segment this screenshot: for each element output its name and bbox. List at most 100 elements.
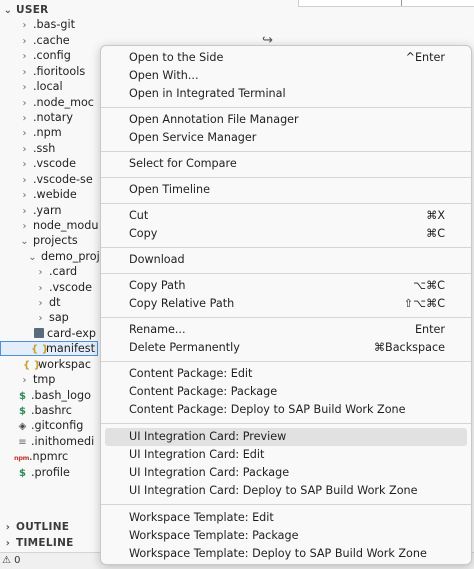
menu-item-shortcut: ⌘X bbox=[426, 209, 445, 222]
strip-divider bbox=[401, 0, 402, 6]
menu-item-shortcut: ⇧⌥⌘C bbox=[403, 297, 445, 310]
menu-separator bbox=[101, 361, 471, 362]
editor-top-strip bbox=[298, 0, 474, 7]
menu-item-label: Workspace Template: Deploy to SAP Build … bbox=[129, 547, 427, 560]
menu-item-label: Workspace Template: Package bbox=[129, 529, 299, 542]
menu-ui-card-preview[interactable]: UI Integration Card: Preview bbox=[105, 428, 467, 446]
menu-copy-path[interactable]: Copy Path ⌥⌘C bbox=[105, 277, 467, 295]
menu-separator bbox=[101, 177, 471, 178]
outline-header[interactable]: › OUTLINE bbox=[0, 519, 69, 535]
menu-separator bbox=[101, 107, 471, 108]
npm-file-icon: npm bbox=[14, 454, 30, 462]
json-file-icon: { } bbox=[31, 344, 49, 355]
menu-open-timeline[interactable]: Open Timeline bbox=[105, 181, 467, 199]
context-menu: Open to the Side ^Enter Open With... Open… bbox=[100, 45, 472, 565]
tree-item-label: .profile bbox=[31, 466, 70, 479]
tree-item-label: .inithomedi bbox=[31, 435, 95, 448]
menu-ui-card-package[interactable]: UI Integration Card: Package bbox=[105, 464, 467, 482]
tree-item-manifest[interactable]: { }manifest bbox=[0, 341, 98, 357]
tree-item-label: .local bbox=[33, 80, 63, 93]
chevron-right-icon: › bbox=[38, 313, 43, 324]
chevron-right-icon: › bbox=[22, 375, 27, 386]
git-file-icon: ◈ bbox=[18, 421, 27, 432]
root-folder-label: USER bbox=[16, 4, 49, 16]
menu-item-label: Content Package: Package bbox=[129, 385, 278, 398]
tree-item-label: .vscode bbox=[33, 157, 76, 170]
tree-item-label: .bash_logo bbox=[31, 389, 91, 402]
tree-item-label: .fioritools bbox=[33, 65, 86, 78]
menu-delete-permanently[interactable]: Delete Permanently ⌘Backspace bbox=[105, 339, 467, 357]
chevron-right-icon: › bbox=[22, 128, 27, 139]
menu-item-shortcut: ^Enter bbox=[405, 51, 445, 64]
menu-item-label: Open to the Side bbox=[129, 51, 224, 64]
menu-download[interactable]: Download bbox=[105, 251, 467, 269]
menu-item-label: Copy Path bbox=[129, 279, 186, 292]
menu-open-service-manager[interactable]: Open Service Manager bbox=[105, 129, 467, 147]
menu-copy-relative-path[interactable]: Copy Relative Path ⇧⌥⌘C bbox=[105, 295, 467, 313]
menu-item-label: Content Package: Edit bbox=[129, 367, 253, 380]
menu-item-shortcut: ⌥⌘C bbox=[413, 279, 445, 292]
menu-item-label: Delete Permanently bbox=[129, 341, 240, 354]
dollar-file-icon: $ bbox=[19, 406, 26, 417]
tree-item-label: .webide bbox=[33, 188, 77, 201]
tree-item-label: node_modu bbox=[33, 219, 99, 232]
chevron-right-icon: › bbox=[38, 283, 43, 294]
menu-open-with[interactable]: Open With... bbox=[105, 67, 467, 85]
chevron-right-icon: › bbox=[22, 190, 27, 201]
menu-workspace-template-edit[interactable]: Workspace Template: Edit bbox=[105, 509, 467, 527]
menu-open-annotation-file-manager[interactable]: Open Annotation File Manager bbox=[105, 111, 467, 129]
tree-item-label: .config bbox=[33, 49, 71, 62]
menu-content-package-edit[interactable]: Content Package: Edit bbox=[105, 365, 467, 383]
chevron-down-icon: ⌄ bbox=[28, 252, 37, 263]
menu-content-package-package[interactable]: Content Package: Package bbox=[105, 383, 467, 401]
menu-select-for-compare[interactable]: Select for Compare bbox=[105, 155, 467, 173]
menu-item-label: Open Service Manager bbox=[129, 131, 257, 144]
tree-item-label: dt bbox=[49, 296, 61, 309]
menu-item-shortcut: Enter bbox=[414, 323, 445, 336]
menu-separator bbox=[101, 504, 471, 505]
chevron-right-icon: › bbox=[22, 98, 27, 109]
tree-item-label: .yarn bbox=[33, 204, 62, 217]
chevron-right-icon: › bbox=[22, 221, 27, 232]
menu-open-to-side[interactable]: Open to the Side ^Enter bbox=[105, 49, 467, 67]
timeline-header[interactable]: › TIMELINE bbox=[0, 535, 74, 551]
menu-open-in-terminal[interactable]: Open in Integrated Terminal bbox=[105, 85, 467, 103]
menu-separator bbox=[101, 151, 471, 152]
card-file-icon bbox=[34, 328, 44, 338]
chevron-right-icon: › bbox=[5, 522, 11, 533]
tree-item-label: projects bbox=[33, 234, 78, 247]
dollar-file-icon: $ bbox=[19, 391, 26, 402]
menu-item-label: Download bbox=[129, 253, 185, 266]
menu-item-label: Select for Compare bbox=[129, 157, 237, 170]
menu-separator bbox=[101, 247, 471, 248]
menu-separator bbox=[101, 273, 471, 274]
menu-workspace-template-package[interactable]: Workspace Template: Package bbox=[105, 527, 467, 545]
menu-item-label: Open Timeline bbox=[129, 183, 211, 196]
tree-item-label: .ssh bbox=[33, 142, 56, 155]
outline-label: OUTLINE bbox=[16, 521, 70, 533]
warning-icon: ⚠ bbox=[2, 555, 11, 566]
file-icon: ≡ bbox=[18, 437, 27, 448]
explorer-root-header[interactable]: ⌄ USER bbox=[0, 2, 49, 18]
menu-workspace-template-deploy[interactable]: Workspace Template: Deploy to SAP Build … bbox=[105, 545, 467, 563]
menu-rename[interactable]: Rename... Enter bbox=[105, 321, 467, 339]
menu-item-label: Cut bbox=[129, 209, 149, 222]
menu-cut[interactable]: Cut ⌘X bbox=[105, 207, 467, 225]
chevron-right-icon: › bbox=[22, 67, 27, 78]
tree-item-label: .bashrc bbox=[31, 404, 72, 417]
menu-ui-card-deploy[interactable]: UI Integration Card: Deploy to SAP Build… bbox=[105, 482, 467, 500]
json-file-icon: { } bbox=[23, 360, 41, 371]
menu-copy[interactable]: Copy ⌘C bbox=[105, 225, 467, 243]
menu-item-label: UI Integration Card: Deploy to SAP Build… bbox=[129, 484, 418, 497]
menu-item-label: UI Integration Card: Edit bbox=[129, 448, 265, 461]
menu-item-label: Copy bbox=[129, 227, 158, 240]
menu-ui-card-edit[interactable]: UI Integration Card: Edit bbox=[105, 446, 467, 464]
menu-content-package-deploy[interactable]: Content Package: Deploy to SAP Build Wor… bbox=[105, 401, 467, 419]
dollar-file-icon: $ bbox=[19, 468, 26, 479]
tree-item-label: .card bbox=[49, 265, 78, 278]
chevron-right-icon: › bbox=[22, 206, 27, 217]
tree-item-label: .notary bbox=[33, 111, 73, 124]
tree-item-label: demo_proj bbox=[41, 250, 100, 263]
menu-item-label: Workspace Template: Edit bbox=[129, 511, 274, 524]
tree-item-bas-git[interactable]: › .bas-git bbox=[0, 17, 300, 32]
